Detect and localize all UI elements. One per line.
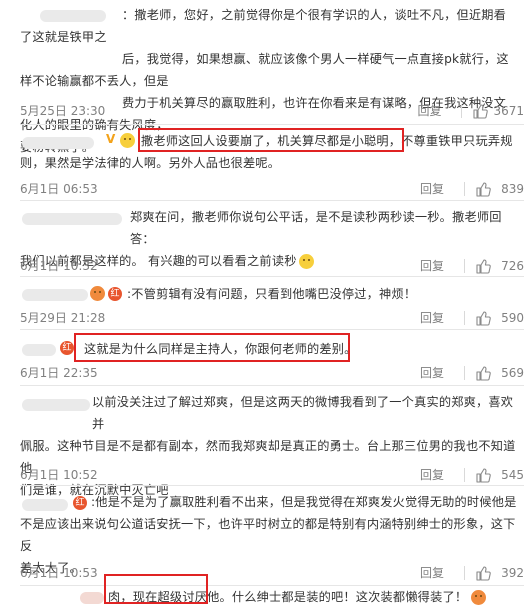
divider <box>464 467 465 482</box>
comment-actions: 回复 726 <box>420 257 524 274</box>
thumbs-up-icon <box>476 181 491 197</box>
thumbs-up-icon <box>476 365 491 381</box>
thumbs-up-icon <box>473 103 489 119</box>
comment-item: ：撒老师，您好，之前觉得你是个很有学识的人，谈吐不凡，但近期看了这就是铁甲之 后… <box>0 0 524 154</box>
comment-time: 6月1日 10:52 <box>20 468 98 482</box>
like-count: 3671 <box>493 103 524 118</box>
like-count: 726 <box>501 258 524 273</box>
divider <box>464 310 465 325</box>
reply-button[interactable]: 回复 <box>420 564 460 581</box>
comment-time: 5月25日 23:30 <box>20 104 106 118</box>
comment-text: 这就是为什么同样是主持人，你跟何老师的差别。 <box>84 342 357 356</box>
reply-button[interactable]: 回复 <box>420 180 460 197</box>
comment-text: 肉，现在超级讨厌他。什么绅士都是装的吧！这次装都懒得装了！ <box>20 586 518 608</box>
comment-actions: 回复 392 <box>420 564 524 581</box>
thumbs-up-icon <box>476 258 491 274</box>
like-count: 545 <box>501 467 524 482</box>
comment-item: 红 :他是不是为了赢取胜利看不出来，但是我觉得在郑爽发火觉得无助的时候他是 不是… <box>0 486 524 586</box>
thumbs-up-icon <box>476 565 491 581</box>
thumbs-up-icon <box>476 310 491 326</box>
comment-actions: 回复 569 <box>420 364 524 381</box>
reply-button[interactable]: 回复 <box>420 364 460 381</box>
comment-actions: 回复 545 <box>420 466 524 483</box>
like-button[interactable]: 569 <box>475 365 524 381</box>
reply-button[interactable]: 回复 <box>420 309 460 326</box>
divider <box>464 181 465 196</box>
like-button[interactable]: 545 <box>475 467 524 483</box>
comment-time: 6月1日 10:53 <box>20 566 98 580</box>
emoji-icon <box>298 254 314 269</box>
like-button[interactable]: 392 <box>475 565 524 581</box>
comment-time: 5月29日 21:28 <box>20 311 106 325</box>
comment-actions: 回复 839 <box>420 180 524 197</box>
like-count: 839 <box>501 181 524 196</box>
reply-button[interactable]: 回复 <box>417 102 457 119</box>
divider <box>464 258 465 273</box>
comment-item: 红 这就是为什么同样是主持人，你跟何老师的差别。 6月1日 22:35 回复 5… <box>0 330 524 386</box>
like-button[interactable]: 3671 <box>472 103 524 119</box>
like-count: 590 <box>501 310 524 325</box>
comment-time: 6月1日 22:35 <box>20 366 98 380</box>
comment-item: V 撒老师这回人设要崩了，机关算尽都是小聪明，不尊重铁甲只玩弄规 则，果然是学法… <box>0 125 524 201</box>
comment-item: 肉，现在超级讨厌他。什么绅士都是装的吧！这次装都懒得装了！ <box>0 574 524 610</box>
like-button[interactable]: 839 <box>475 181 524 197</box>
comment-item: 以前没关注过了解过郑爽，但是这两天的微博我看到了一个真实的郑爽，喜欢并 佩服。这… <box>0 386 524 497</box>
divider <box>464 565 465 580</box>
comment-time: 6月1日 06:53 <box>20 182 98 196</box>
reply-button[interactable]: 回复 <box>420 466 460 483</box>
comment-text: 撒老师这回人设要崩了，机关算尽都是小聪明，不尊重铁甲只玩弄规 则，果然是学法律的… <box>20 134 513 170</box>
comment-actions: 回复 3671 <box>417 102 524 119</box>
like-count: 392 <box>501 565 524 580</box>
comment-time: 6月1日 10:32 <box>20 259 98 273</box>
like-button[interactable]: 590 <box>475 310 524 326</box>
thumbs-up-icon <box>476 467 491 483</box>
emoji-icon <box>471 590 487 605</box>
divider <box>464 365 465 380</box>
reply-button[interactable]: 回复 <box>420 257 460 274</box>
like-button[interactable]: 726 <box>475 258 524 274</box>
divider <box>461 103 463 118</box>
like-count: 569 <box>501 365 524 380</box>
comment-actions: 回复 590 <box>420 309 524 326</box>
comment-item: 郑爽在问，撒老师你说句公平话，是不是读秒两秒读一秒。撒老师回答： 我们以前都是这… <box>0 201 524 277</box>
comment-text: :不管剪辑有没有问题，只看到他嘴巴没停过，神烦！ <box>127 287 417 301</box>
comment-item: 红 :不管剪辑有没有问题，只看到他嘴巴没停过，神烦！ 5月29日 21:28 回… <box>0 277 524 330</box>
